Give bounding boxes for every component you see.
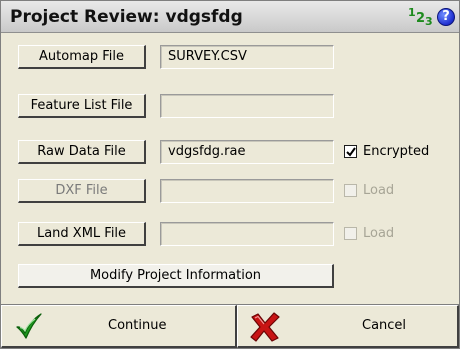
project-review-window: Project Review: vdgsfdg 1 2 3 ? Automap … xyxy=(0,0,460,349)
encrypted-checkbox-box[interactable] xyxy=(344,145,357,158)
dxf-load-checkbox-box[interactable] xyxy=(344,184,357,197)
red-x-icon xyxy=(250,312,280,342)
land-xml-load-checkbox-label: Load xyxy=(363,226,395,241)
cancel-button-label: Cancel xyxy=(362,318,407,333)
encrypted-checkbox-label: Encrypted xyxy=(363,144,430,159)
land-xml-load-checkbox-box[interactable] xyxy=(344,227,357,240)
continue-button-label: Continue xyxy=(108,318,167,333)
dxf-load-checkbox[interactable]: Load xyxy=(344,183,414,201)
input-mode-digit-3: 3 xyxy=(425,15,433,28)
encrypted-checkbox[interactable]: Encrypted xyxy=(344,144,449,162)
cancel-button[interactable]: Cancel xyxy=(237,305,459,348)
automap-file-button[interactable]: Automap File xyxy=(18,45,146,69)
title-bar: Project Review: vdgsfdg 1 2 3 ? xyxy=(1,1,459,33)
feature-list-file-field[interactable] xyxy=(160,94,334,118)
continue-button[interactable]: Continue xyxy=(1,305,237,348)
input-mode-digit-2: 2 xyxy=(416,11,426,26)
dxf-file-field[interactable] xyxy=(160,179,334,203)
numeric-input-mode-icon[interactable]: 1 2 3 xyxy=(408,6,434,28)
raw-data-file-field[interactable]: vdgsfdg.rae xyxy=(160,140,334,164)
footer-bar: Continue Cancel xyxy=(1,304,459,348)
dxf-load-checkbox-label: Load xyxy=(363,183,395,198)
land-xml-file-field[interactable] xyxy=(160,222,334,246)
automap-file-field[interactable]: SURVEY.CSV xyxy=(160,45,334,69)
dxf-file-button[interactable]: DXF File xyxy=(18,179,146,203)
help-icon[interactable]: ? xyxy=(437,8,455,26)
modify-project-information-button[interactable]: Modify Project Information xyxy=(18,264,334,288)
raw-data-file-button[interactable]: Raw Data File xyxy=(18,140,146,164)
land-xml-file-button[interactable]: Land XML File xyxy=(18,222,146,246)
window-title: Project Review: vdgsfdg xyxy=(10,7,243,27)
land-xml-load-checkbox[interactable]: Load xyxy=(344,226,414,244)
checkmark-glyph-icon xyxy=(346,147,356,157)
input-mode-digit-1: 1 xyxy=(408,6,416,19)
feature-list-file-button[interactable]: Feature List File xyxy=(18,94,146,118)
checkmark-icon xyxy=(16,313,42,339)
